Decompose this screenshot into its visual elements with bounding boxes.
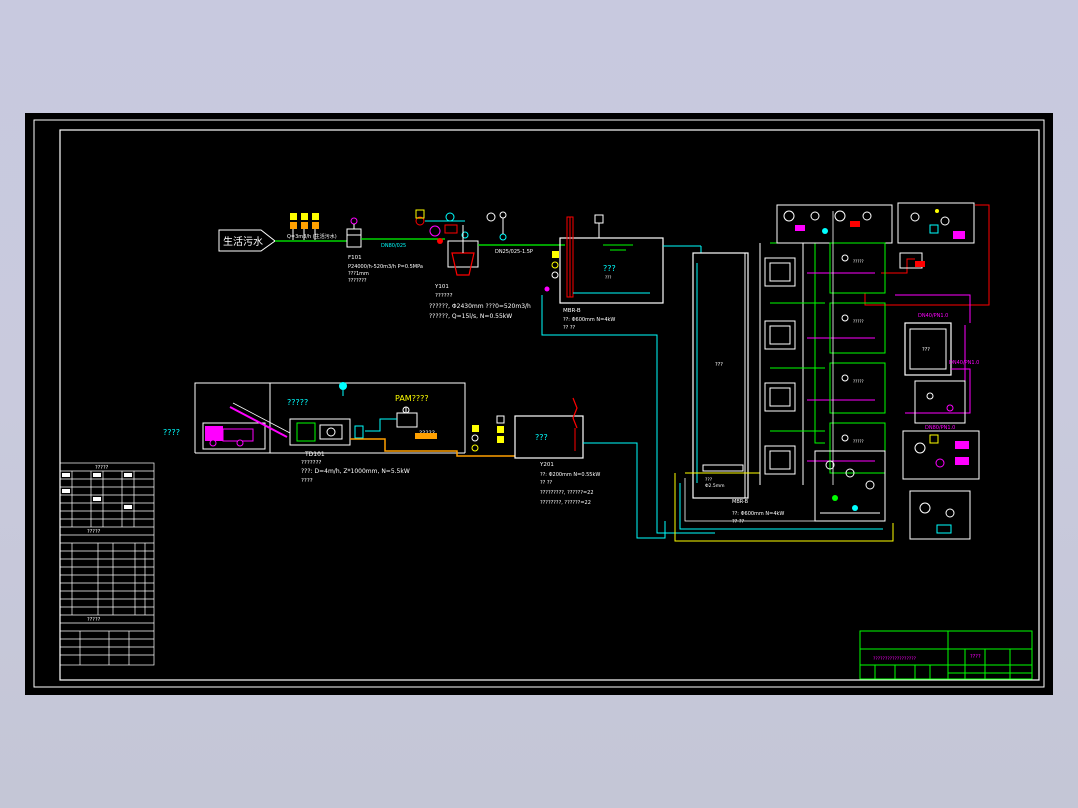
sludge-tank-label: ??? <box>535 433 548 442</box>
legend-section-2: ????? <box>87 529 101 535</box>
sludge-tank-spec-3: ?????????, ??????=22 <box>540 490 594 496</box>
right-tank-label: ??? <box>922 347 930 353</box>
sludge-tank-spec-4: ????????, ??????=22 <box>540 500 591 506</box>
legend-fills <box>62 473 132 509</box>
pipe-label-2: DN25/025-1.5P <box>495 249 533 255</box>
sludge-return-pipe <box>583 442 666 539</box>
sludge-room: ????? PAM???? ????? <box>194 382 466 454</box>
top-right-pump-block <box>776 204 893 244</box>
svg-text:???: ??? <box>605 275 611 280</box>
bio-tank-spec-3: ?? ?? <box>563 325 576 331</box>
bio-tank: ??? ??? MBR-B ??: Φ600mm N=4kW ?? ?? <box>559 214 664 331</box>
membrane-tank: ??? ??? Φ2.5mm <box>685 252 760 499</box>
sludge-tank-instruments <box>471 415 505 452</box>
sludge-tank-tag: Y201 <box>539 462 554 468</box>
tank-spec-2: ??????, Φ2430mm ???0=520m3/h <box>429 303 531 310</box>
title-block <box>859 630 1033 680</box>
screen-tag: F101 <box>348 255 362 261</box>
pipe-label-1: DN80/025 <box>381 243 406 249</box>
flow-rate-label: Q=3m3/h (生活污水) <box>287 233 337 240</box>
pink-label-1: DN40/PN1.0 <box>918 313 948 319</box>
membrane-modules <box>759 243 804 485</box>
source-inlet: 生活污水 <box>218 229 276 252</box>
sludge-room-label: ????? <box>287 398 308 407</box>
dewater-tag: TD101 <box>304 451 325 458</box>
screen-note: ???1mm <box>348 271 369 277</box>
title-block-name: ???? <box>970 654 981 660</box>
cad-viewport[interactable]: 生活污水 Q=3m3/h (生活污水) F101 P24000/h-520m3/… <box>25 113 1053 695</box>
membrane-label: ??? <box>715 362 723 368</box>
pam-dosing-unit <box>365 406 418 432</box>
legend-title: ????? <box>95 465 109 471</box>
membrane-tag: MBR-B <box>732 499 749 505</box>
sludge-tank-spec-2: ?? ?? <box>540 480 553 486</box>
bottom-right-equipment: DN80/PN1.0 <box>902 425 980 540</box>
dewater-spec-2: ???: D=4m/h, Z*1000mm, N=5.5kW <box>301 468 410 475</box>
svg-text:???: ??? <box>705 477 713 483</box>
svg-text:?????: ????? <box>853 259 864 264</box>
dewater-spec-1: ??????? <box>301 460 322 466</box>
pink-label-2: DN40/PN1.0 <box>949 360 979 366</box>
pam-label: PAM???? <box>395 394 429 403</box>
screen-note-2: ??????? <box>348 278 367 284</box>
svg-text:?????: ????? <box>853 439 864 444</box>
title-block-caption: ?????????????????? <box>873 656 917 662</box>
sludge-tank-spec-1: ??: Φ200mm N=0.55kW <box>540 472 600 478</box>
instrument-column: ????? ????? ????? ????? <box>829 242 886 474</box>
bio-tank-spec-1: MBR-B <box>563 308 581 314</box>
svg-text:Φ2.5mm: Φ2.5mm <box>705 483 724 489</box>
top-right-dosing <box>897 202 975 244</box>
tank-spec-3: ??????, Q=15l/s, N=0.55kW <box>429 313 512 320</box>
roof-fan-icon <box>339 382 347 396</box>
source-label: 生活污水 <box>223 235 263 248</box>
legend-section-3: ????? <box>87 617 101 623</box>
svg-text:?????: ????? <box>853 319 864 324</box>
dewater-spec-3: ???? <box>301 478 313 484</box>
screen-unit: F101 P24000/h-520m3/h P=0.5MPa ???1mm ??… <box>346 217 423 284</box>
truck-label: ???? <box>163 428 180 437</box>
signal-loop <box>864 204 990 306</box>
sludge-tank-y201: ??? Y201 ??: Φ200mm N=0.55kW ?? ?? ?????… <box>514 397 600 506</box>
membrane-return-loop-2 <box>679 483 883 530</box>
pink-label-3: DN80/PN1.0 <box>925 425 955 431</box>
screen-spec: P24000/h-520m3/h P=0.5MPa <box>348 264 423 270</box>
sludge-truck: ???? <box>163 426 254 447</box>
membrane-spec: ??: Φ600mm N=4kW <box>732 511 784 517</box>
svg-text:?? ??: ?? ?? <box>732 519 745 525</box>
conveyor <box>229 406 288 438</box>
process-flow-drawing: 生活污水 Q=3m3/h (生活污水) F101 P24000/h-520m3/… <box>33 119 1045 688</box>
bio-tank-spec-2: ??: Φ600mm N=4kW <box>563 317 615 323</box>
bio-tank-label: ??? <box>603 264 616 273</box>
tank-spec-1: ?????? <box>435 293 453 299</box>
right-tank: ??? DN40/PN1.0 DN40/PN1.0 <box>904 313 979 376</box>
legend-table <box>59 462 155 666</box>
bio-tank-instruments <box>544 251 559 292</box>
tank-tag: Y101 <box>434 284 449 290</box>
svg-text:?????: ????? <box>853 379 864 384</box>
